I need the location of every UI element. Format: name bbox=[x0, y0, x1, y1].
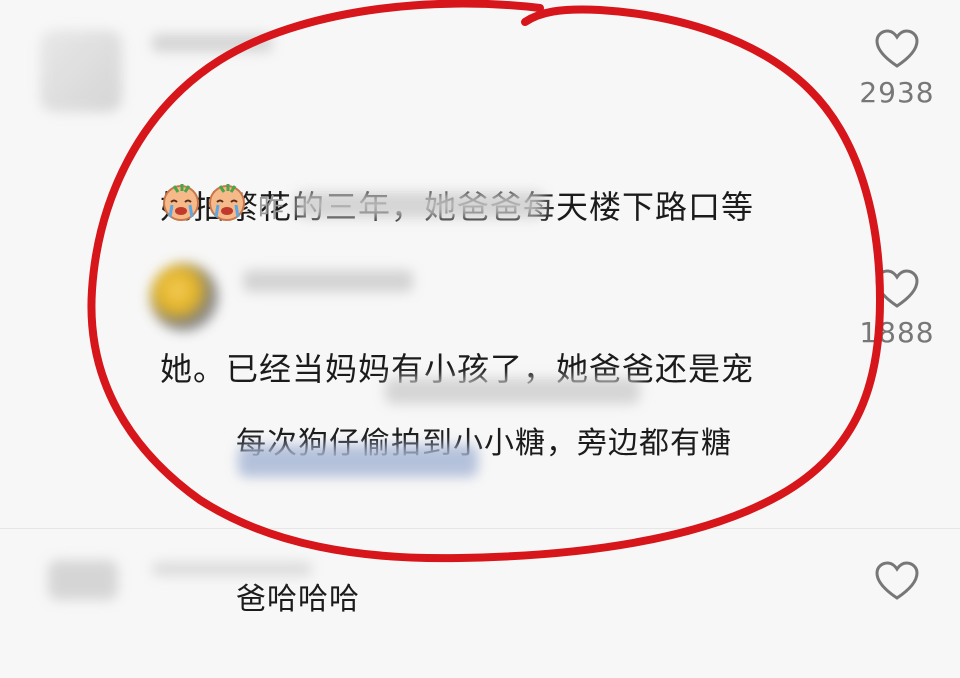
heart-outline-icon[interactable] bbox=[874, 268, 920, 310]
reply-line-2: 爸哈哈哈 bbox=[236, 582, 360, 617]
reply-like-control[interactable]: 1888 bbox=[852, 268, 942, 349]
comment-divider bbox=[0, 528, 960, 529]
heart-outline-icon[interactable] bbox=[874, 560, 920, 602]
heart-outline-icon[interactable] bbox=[874, 28, 920, 70]
username-blurred[interactable] bbox=[152, 34, 272, 52]
crying-emoji-icon bbox=[163, 184, 199, 221]
like-control[interactable]: 2938 bbox=[852, 28, 942, 109]
reply-meta-blurred bbox=[385, 378, 640, 404]
reply-like-count: 1888 bbox=[859, 316, 935, 349]
expand-replies-link-blurred[interactable] bbox=[238, 445, 478, 477]
next-like-control[interactable] bbox=[852, 560, 942, 602]
crying-emoji-icon bbox=[209, 184, 245, 221]
like-count: 2938 bbox=[859, 76, 935, 109]
next-username-blurred[interactable] bbox=[152, 562, 312, 576]
reply-avatar[interactable] bbox=[150, 263, 218, 331]
avatar[interactable] bbox=[40, 30, 122, 112]
next-avatar[interactable] bbox=[48, 560, 118, 600]
comment-meta-visible: 昨 bbox=[258, 194, 285, 224]
reply-username-blurred[interactable] bbox=[243, 270, 413, 292]
comment-meta-blurred bbox=[295, 192, 545, 218]
reply-text: 每次狗仔偷拍到小小糖，旁边都有糖 爸哈哈哈 bbox=[236, 314, 732, 678]
